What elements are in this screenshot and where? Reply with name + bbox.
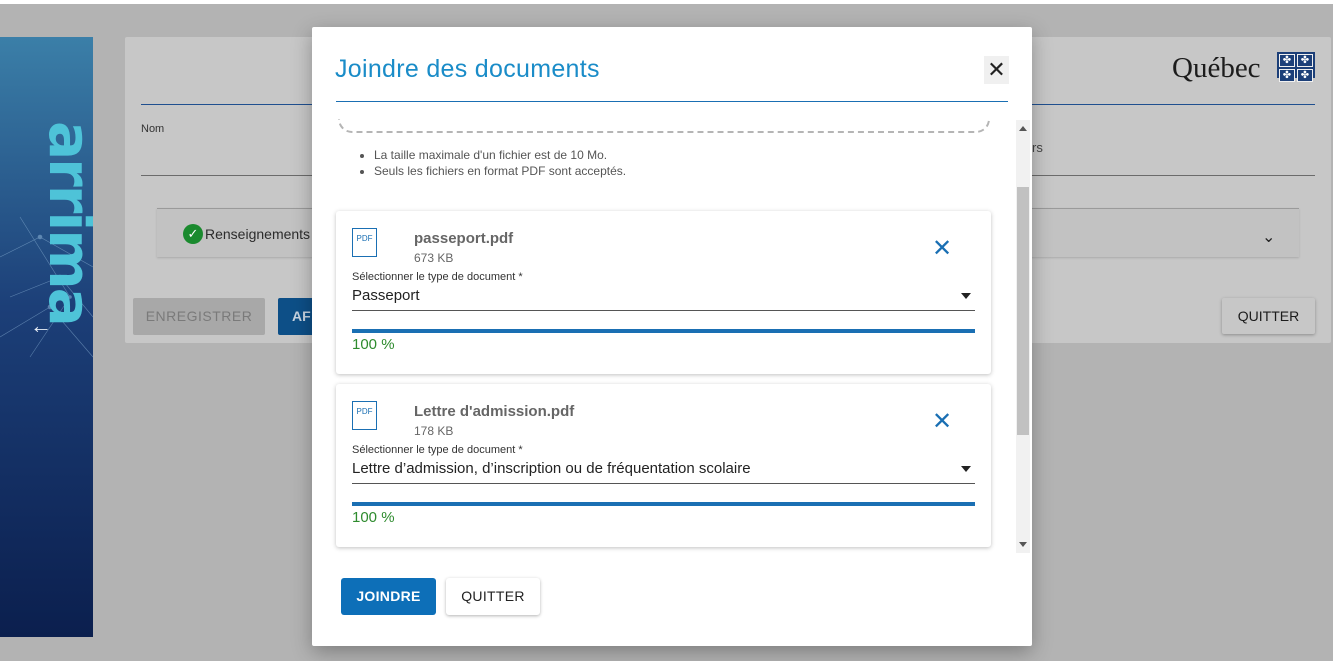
file-size: 178 KB	[414, 424, 454, 438]
quit-button[interactable]: QUITTER	[446, 578, 540, 615]
file-size: 673 KB	[414, 251, 454, 265]
name-field-label: Nom	[141, 123, 165, 135]
document-type-value: Lettre d’admission, d’inscription ou de …	[352, 460, 751, 477]
file-card: PDF Lettre d'admission.pdf 178 KB ✕ Séle…	[336, 384, 991, 547]
quebec-logo: Québec	[1172, 52, 1261, 84]
upload-progress-text: 100 %	[352, 509, 395, 526]
sidebar: arrima ←	[0, 37, 93, 637]
attach-documents-dialog: Joindre des documents ✕ La taille maxima…	[312, 27, 1032, 646]
file-name: Lettre d'admission.pdf	[414, 403, 575, 420]
check-circle-icon: ✓	[183, 224, 203, 244]
remove-file-icon[interactable]: ✕	[932, 407, 952, 436]
rule-item: Seuls les fichiers en format PDF sont ac…	[374, 163, 626, 179]
scroll-down-icon[interactable]	[1019, 542, 1027, 547]
title-divider	[336, 101, 1008, 102]
field-underline-right[interactable]	[1032, 175, 1315, 176]
scroll-up-icon[interactable]	[1019, 126, 1027, 131]
dialog-scroll-area: La taille maximale d'un fichier est de 1…	[312, 119, 1032, 553]
dropdown-arrow-icon	[961, 466, 971, 472]
upload-progress-fill	[352, 502, 975, 506]
quebec-flag-icon: ✤ ✤ ✤ ✤	[1277, 52, 1315, 82]
accordion-label: Renseignements	[205, 226, 311, 242]
quit-button-background[interactable]: QUITTER	[1222, 298, 1315, 334]
chevron-down-icon[interactable]: ⌄	[1262, 227, 1275, 247]
upload-rules: La taille maximale d'un fichier est de 1…	[360, 147, 626, 179]
close-icon[interactable]: ✕	[984, 56, 1009, 84]
document-type-label: Sélectionner le type de document *	[352, 444, 523, 456]
pdf-file-icon: PDF	[352, 228, 377, 257]
upload-progress-bar	[352, 502, 975, 506]
brand-logo: arrima	[36, 121, 93, 325]
rule-item: La taille maximale d'un fichier est de 1…	[374, 147, 626, 163]
header-rule	[141, 104, 313, 105]
scrollbar-thumb[interactable]	[1017, 187, 1029, 435]
upload-progress-bar	[352, 329, 975, 333]
join-button[interactable]: JOINDRE	[341, 578, 436, 615]
dropdown-arrow-icon	[961, 293, 971, 299]
remove-file-icon[interactable]: ✕	[932, 234, 952, 263]
document-type-value: Passeport	[352, 287, 420, 304]
document-type-label: Sélectionner le type de document *	[352, 271, 523, 283]
pdf-file-icon: PDF	[352, 401, 377, 430]
document-type-select[interactable]: Passeport	[352, 285, 975, 311]
file-card: PDF passeport.pdf 673 KB ✕ Sélectionner …	[336, 211, 991, 374]
top-strip	[0, 0, 1333, 4]
file-name: passeport.pdf	[414, 230, 514, 247]
save-button[interactable]: ENREGISTRER	[133, 298, 265, 335]
dropzone[interactable]	[338, 119, 990, 133]
arrow-left-icon[interactable]: ←	[30, 313, 52, 339]
dialog-scrollbar[interactable]	[1016, 120, 1030, 553]
upload-progress-fill	[352, 329, 975, 333]
document-type-select[interactable]: Lettre d’admission, d’inscription ou de …	[352, 458, 975, 484]
header-rule-right	[1032, 104, 1315, 105]
upload-progress-text: 100 %	[352, 336, 395, 353]
field-label-right: rs	[1032, 140, 1043, 155]
name-field-underline[interactable]	[141, 175, 313, 176]
dialog-title: Joindre des documents	[335, 55, 600, 83]
